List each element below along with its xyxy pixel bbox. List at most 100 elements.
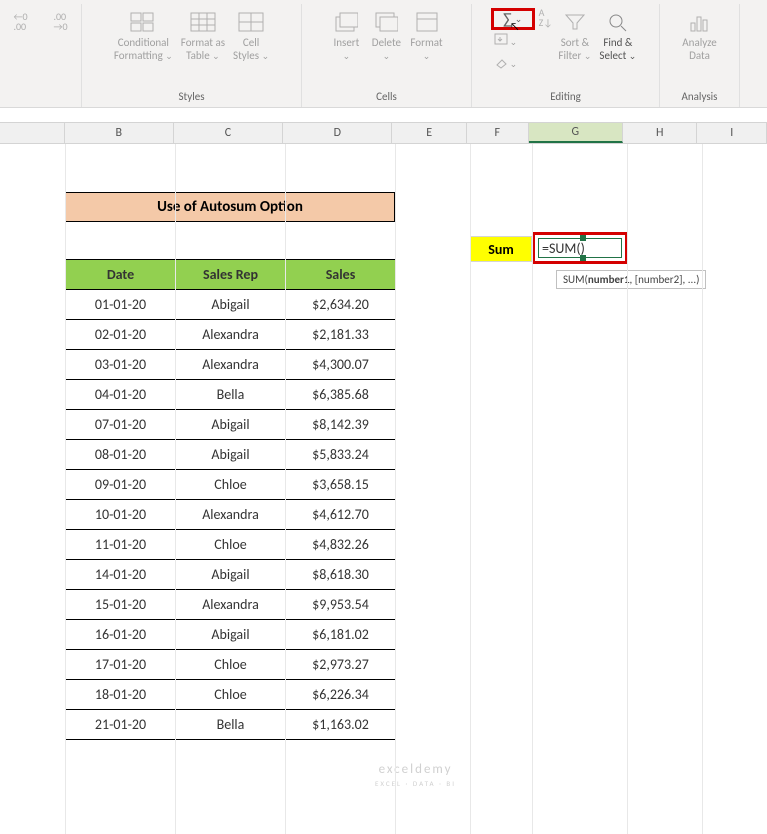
table-cell[interactable]: $9,953.54 xyxy=(286,590,396,620)
table-cell[interactable]: 02-01-20 xyxy=(66,320,176,350)
table-icon xyxy=(187,10,219,34)
insert-button[interactable]: Insert⌄ xyxy=(326,8,366,65)
grid-area[interactable]: Use of Autosum Option DateSales RepSales… xyxy=(0,144,767,834)
formula-text: =SUM() xyxy=(542,240,585,257)
cell-styles-icon xyxy=(235,10,267,34)
table-cell[interactable]: $8,618.30 xyxy=(286,560,396,590)
table-cell[interactable]: 18-01-20 xyxy=(66,680,176,710)
format-button[interactable]: Format⌄ xyxy=(406,8,446,65)
table-cell[interactable]: 14-01-20 xyxy=(66,560,176,590)
table-row: 01-01-20Abigail$2,634.20 xyxy=(66,290,396,320)
spreadsheet: BCDEFGHI Use of Autosum Option DateSales… xyxy=(0,122,767,834)
table-header[interactable]: Sales Rep xyxy=(176,260,286,290)
table-cell[interactable]: 16-01-20 xyxy=(66,620,176,650)
ribbon: ←0 .00 .00 →0 Conditional Formatting ⌄ F… xyxy=(0,0,767,108)
table-cell[interactable]: $5,833.24 xyxy=(286,440,396,470)
table-row: 04-01-20Bella$6,385.68 xyxy=(66,380,396,410)
fill-button[interactable]: ⌄ xyxy=(491,32,535,52)
group-label-cells: Cells xyxy=(376,90,397,103)
table-cell[interactable]: Bella xyxy=(176,380,286,410)
table-cell[interactable]: Abigail xyxy=(176,440,286,470)
table-cell[interactable]: Chloe xyxy=(176,530,286,560)
editing-group: ∑ ⌄ ↖ ⌄ ⌄ AZ↓ xyxy=(472,4,660,107)
table-cell[interactable]: $6,385.68 xyxy=(286,380,396,410)
table-header[interactable]: Sales xyxy=(286,260,396,290)
column-header-B[interactable]: B xyxy=(65,123,174,143)
group-label-styles: Styles xyxy=(178,90,204,103)
formula-tooltip: SUM(number1, [number2], ...) xyxy=(556,270,706,289)
column-header-E[interactable]: E xyxy=(392,123,467,143)
active-cell[interactable]: =SUM() xyxy=(538,238,622,258)
table-cell[interactable]: 07-01-20 xyxy=(66,410,176,440)
cell-styles-button[interactable]: Cell Styles ⌄ xyxy=(229,8,273,65)
conditional-formatting-button[interactable]: Conditional Formatting ⌄ xyxy=(110,8,177,65)
table-cell[interactable]: $8,142.39 xyxy=(286,410,396,440)
analysis-group: Analyze Data Analysis xyxy=(660,4,740,107)
column-header-F[interactable]: F xyxy=(467,123,529,143)
table-cell[interactable]: Chloe xyxy=(176,680,286,710)
column-header-D[interactable]: D xyxy=(283,123,392,143)
table-row: 10-01-20Alexandra$4,612.70 xyxy=(66,500,396,530)
column-header-G[interactable]: G xyxy=(529,123,623,143)
group-label-analysis: Analysis xyxy=(682,90,718,103)
table-cell[interactable]: $6,226.34 xyxy=(286,680,396,710)
increase-decimal-icon: .00 →0 xyxy=(45,10,77,34)
column-headers: BCDEFGHI xyxy=(0,122,767,144)
group-label-editing: Editing xyxy=(550,90,581,103)
table-row: 11-01-20Chloe$4,832.26 xyxy=(66,530,396,560)
table-cell[interactable]: Alexandra xyxy=(176,350,286,380)
sort-filter-button[interactable]: Sort & Filter ⌄ xyxy=(554,8,595,65)
table-cell[interactable]: 04-01-20 xyxy=(66,380,176,410)
table-cell[interactable]: 10-01-20 xyxy=(66,500,176,530)
autosum-button[interactable]: ∑ ⌄ ↖ xyxy=(491,8,535,30)
table-cell[interactable]: $3,658.15 xyxy=(286,470,396,500)
table-row: 09-01-20Chloe$3,658.15 xyxy=(66,470,396,500)
table-cell[interactable]: $4,832.26 xyxy=(286,530,396,560)
table-cell[interactable]: 11-01-20 xyxy=(66,530,176,560)
table-cell[interactable]: $4,300.07 xyxy=(286,350,396,380)
table-cell[interactable]: Chloe xyxy=(176,470,286,500)
sort-az-icon: AZ↓ xyxy=(539,8,553,28)
table-cell[interactable]: Abigail xyxy=(176,290,286,320)
filter-icon xyxy=(559,10,591,34)
table-cell[interactable]: 21-01-20 xyxy=(66,710,176,740)
sum-label-cell[interactable]: Sum xyxy=(470,236,532,262)
table-cell[interactable]: Alexandra xyxy=(176,500,286,530)
delete-button[interactable]: Delete⌄ xyxy=(366,8,406,65)
styles-group: Conditional Formatting ⌄ Format as Table… xyxy=(82,4,302,107)
table-cell[interactable]: $6,181.02 xyxy=(286,620,396,650)
table-cell[interactable]: Abigail xyxy=(176,410,286,440)
table-cell[interactable]: 08-01-20 xyxy=(66,440,176,470)
table-cell[interactable]: Abigail xyxy=(176,560,286,590)
table-cell[interactable]: 17-01-20 xyxy=(66,650,176,680)
column-header-H[interactable]: H xyxy=(623,123,698,143)
column-header-I[interactable]: I xyxy=(697,123,767,143)
table-row: 07-01-20Abigail$8,142.39 xyxy=(66,410,396,440)
table-row: 08-01-20Abigail$5,833.24 xyxy=(66,440,396,470)
merged-title-cell[interactable]: Use of Autosum Option xyxy=(65,192,395,222)
clear-button[interactable]: ⌄ xyxy=(491,54,535,74)
column-header-C[interactable]: C xyxy=(174,123,283,143)
column-header-gutter xyxy=(0,123,65,143)
table-cell[interactable]: Bella xyxy=(176,710,286,740)
table-cell[interactable]: $2,181.33 xyxy=(286,320,396,350)
format-as-table-button[interactable]: Format as Table ⌄ xyxy=(177,8,229,65)
table-cell[interactable]: Abigail xyxy=(176,620,286,650)
table-cell[interactable]: 03-01-20 xyxy=(66,350,176,380)
table-cell[interactable]: Alexandra xyxy=(176,590,286,620)
table-cell[interactable]: $2,634.20 xyxy=(286,290,396,320)
table-cell[interactable]: 09-01-20 xyxy=(66,470,176,500)
table-cell[interactable]: 15-01-20 xyxy=(66,590,176,620)
table-cell[interactable]: Chloe xyxy=(176,650,286,680)
number-group-partial: ←0 .00 .00 →0 xyxy=(0,4,82,107)
table-cell[interactable]: Alexandra xyxy=(176,320,286,350)
table-cell[interactable]: $1,163.02 xyxy=(286,710,396,740)
table-header[interactable]: Date xyxy=(66,260,176,290)
table-cell[interactable]: $2,973.27 xyxy=(286,650,396,680)
decrease-decimal-button[interactable]: ←0 .00 xyxy=(1,8,41,38)
table-cell[interactable]: $4,612.70 xyxy=(286,500,396,530)
table-cell[interactable]: 01-01-20 xyxy=(66,290,176,320)
analyze-data-button[interactable]: Analyze Data xyxy=(678,8,720,64)
find-select-button[interactable]: Find & Select ⌄ xyxy=(595,8,640,65)
increase-decimal-button[interactable]: .00 →0 xyxy=(41,8,81,38)
